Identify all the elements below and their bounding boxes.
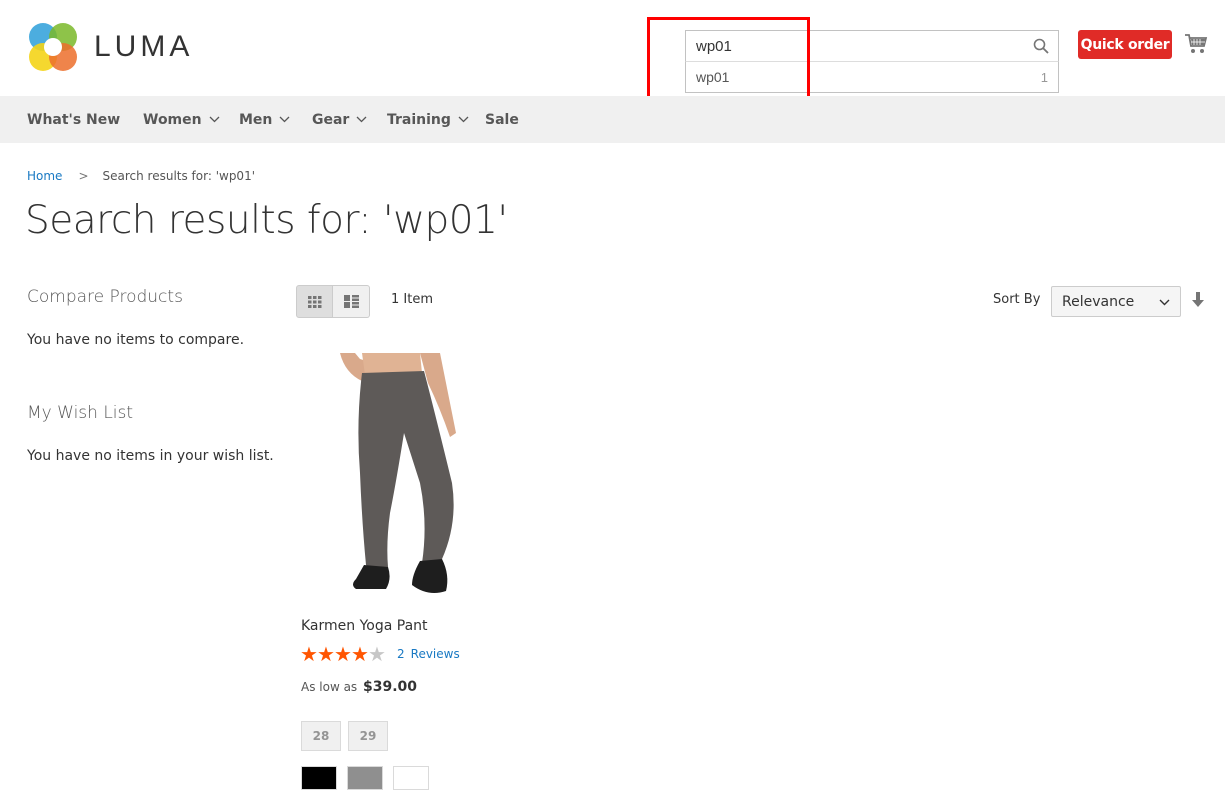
page-title: Search results for: 'wp01'	[25, 198, 508, 243]
chevron-down-icon	[458, 116, 469, 123]
nav-label: Women	[143, 111, 202, 128]
grid-icon	[307, 295, 321, 308]
cart-icon[interactable]	[1184, 33, 1208, 55]
search-box	[685, 30, 1059, 62]
product-image[interactable]	[300, 353, 470, 605]
star-filled-icon: ★	[300, 642, 318, 666]
chevron-down-icon	[279, 116, 290, 123]
search-input[interactable]	[686, 31, 1058, 61]
logo-text: LUMA	[94, 30, 194, 63]
size-swatch[interactable]: 28	[301, 721, 341, 751]
sort-by-label: Sort By	[993, 292, 1041, 307]
color-swatch-white[interactable]	[393, 766, 429, 790]
star-filled-icon: ★	[334, 642, 352, 666]
nav-item-men[interactable]: Men	[239, 96, 290, 143]
nav-item-gear[interactable]: Gear	[312, 96, 367, 143]
nav-label: Training	[387, 111, 451, 128]
main-nav: What's New Women Men Gear Training Sale	[0, 96, 1225, 143]
search-icon[interactable]	[1033, 38, 1049, 54]
nav-label: Gear	[312, 111, 350, 128]
color-swatch-gray[interactable]	[347, 766, 383, 790]
chevron-down-icon	[1159, 299, 1170, 306]
nav-label: What's New	[27, 111, 121, 128]
nav-item-women[interactable]: Women	[143, 96, 220, 143]
price-box: As low as $39.00	[301, 679, 417, 695]
sort-direction-arrow-icon[interactable]	[1192, 292, 1204, 307]
breadcrumb: Home > Search results for: 'wp01'	[27, 169, 255, 183]
star-filled-icon: ★	[351, 642, 369, 666]
suggestion-term: wp01	[696, 69, 730, 85]
size-swatch[interactable]: 29	[348, 721, 388, 751]
grid-view-button[interactable]	[296, 285, 333, 318]
suggestion-count: 1	[1040, 69, 1048, 85]
chevron-down-icon	[209, 116, 220, 123]
star-filled-icon: ★	[317, 642, 335, 666]
compare-products-title: Compare Products	[27, 287, 183, 307]
reviews-label: Reviews	[410, 647, 460, 661]
product-name[interactable]: Karmen Yoga Pant	[301, 618, 428, 634]
breadcrumb-separator: >	[78, 169, 89, 183]
nav-item-sale[interactable]: Sale	[485, 96, 519, 143]
search-suggestion[interactable]: wp01 1	[685, 61, 1059, 93]
reviews-count: 2	[397, 647, 405, 661]
nav-label: Men	[239, 111, 273, 128]
breadcrumb-current: Search results for: 'wp01'	[102, 169, 256, 183]
star-empty-icon: ★	[368, 642, 386, 666]
reviews-link[interactable]: 2 Reviews	[397, 647, 460, 661]
list-view-button[interactable]	[333, 285, 370, 318]
nav-item-whats-new[interactable]: What's New	[27, 96, 120, 143]
wishlist-title: My Wish List	[27, 403, 134, 423]
luma-logo-icon	[29, 23, 77, 71]
breadcrumb-home[interactable]: Home	[27, 169, 62, 183]
wishlist-empty: You have no items in your wish list.	[27, 448, 274, 464]
sort-by-value: Relevance	[1062, 293, 1135, 310]
list-icon	[343, 295, 359, 308]
logo[interactable]: LUMA	[27, 21, 193, 73]
price-prefix: As low as	[301, 680, 358, 694]
quick-order-button[interactable]: Quick order	[1078, 30, 1172, 59]
item-count: 1 Item	[391, 292, 433, 307]
color-swatch-black[interactable]	[301, 766, 337, 790]
view-mode-switcher	[296, 285, 370, 318]
chevron-down-icon	[356, 116, 367, 123]
product-rating: ★ ★ ★ ★ ★ 2 Reviews	[300, 644, 460, 664]
nav-label: Sale	[485, 111, 519, 128]
compare-products-empty: You have no items to compare.	[27, 332, 245, 348]
nav-item-training[interactable]: Training	[387, 96, 469, 143]
price: $39.00	[363, 679, 418, 695]
sort-by-select[interactable]: Relevance	[1051, 286, 1181, 317]
